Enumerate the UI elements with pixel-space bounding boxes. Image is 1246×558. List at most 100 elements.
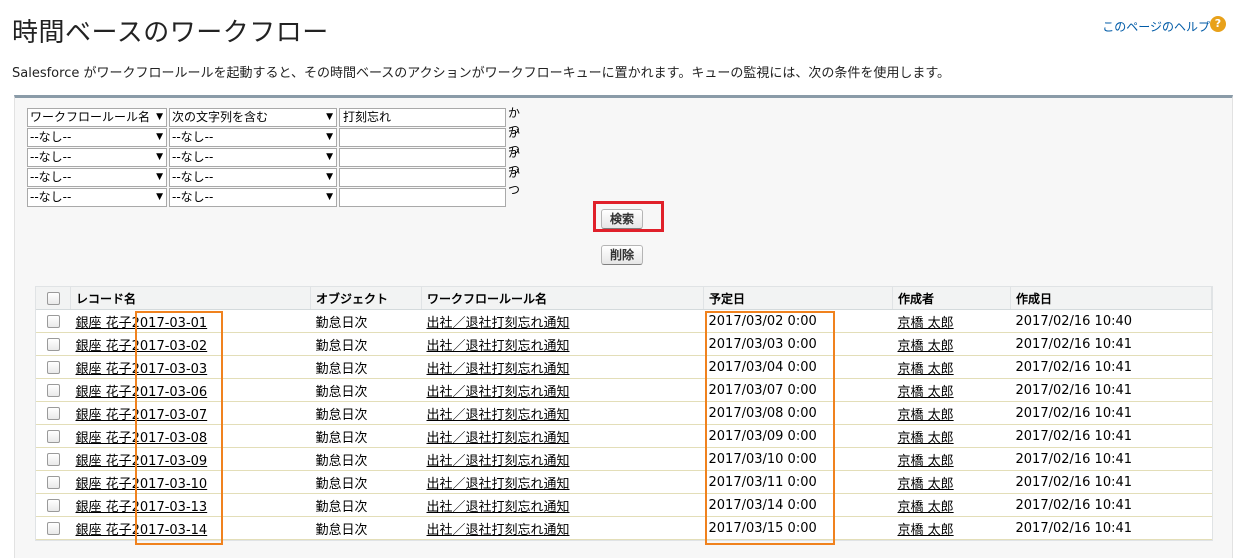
- created-date-cell: 2017/02/16 10:41: [1010, 401, 1212, 425]
- filter-field-value: --なし--: [30, 170, 72, 184]
- row-checkbox[interactable]: [46, 337, 60, 351]
- dropdown-arrow-icon: ▼: [326, 132, 333, 142]
- created-by-link[interactable]: 京橋 太郎: [898, 431, 954, 446]
- object-cell: 勤怠日次: [310, 447, 422, 471]
- object-cell: 勤怠日次: [310, 470, 422, 494]
- object-cell: 勤怠日次: [310, 493, 422, 517]
- filter-field-select[interactable]: --なし-- ▼: [27, 128, 167, 147]
- header-created-by[interactable]: 作成者: [892, 287, 1011, 310]
- select-all-checkbox[interactable]: [46, 292, 60, 305]
- filter-conjunction: かつ: [508, 166, 521, 197]
- filter-operator-select[interactable]: --なし-- ▼: [169, 168, 337, 187]
- created-by-link[interactable]: 京橋 太郎: [898, 362, 954, 377]
- filter-operator-select[interactable]: 次の文字列を含む ▼: [169, 108, 337, 127]
- rule-name-link[interactable]: 出社／退社打刻忘れ通知: [427, 500, 570, 515]
- help-link[interactable]: このページのヘルプ: [1102, 18, 1210, 35]
- object-cell: 勤怠日次: [310, 332, 422, 356]
- row-checkbox[interactable]: [46, 521, 60, 535]
- header-object[interactable]: オブジェクト: [310, 287, 422, 310]
- filter-operator-value: --なし--: [172, 150, 214, 164]
- dropdown-arrow-icon: ▼: [326, 172, 333, 182]
- dropdown-arrow-icon: ▼: [156, 112, 163, 122]
- row-checkbox[interactable]: [46, 406, 60, 420]
- created-by-link[interactable]: 京橋 太郎: [898, 500, 954, 515]
- created-by-link[interactable]: 京橋 太郎: [898, 454, 954, 469]
- rule-name-link[interactable]: 出社／退社打刻忘れ通知: [427, 316, 570, 331]
- page-title: 時間ベースのワークフロー: [12, 18, 329, 48]
- rule-name-link[interactable]: 出社／退社打刻忘れ通知: [427, 362, 570, 377]
- created-date-cell: 2017/02/16 10:41: [1010, 516, 1212, 540]
- filter-value-input[interactable]: [339, 168, 506, 187]
- object-cell: 勤怠日次: [310, 401, 422, 425]
- filter-value-input[interactable]: [339, 188, 506, 207]
- dropdown-arrow-icon: ▼: [326, 192, 333, 202]
- dropdown-arrow-icon: ▼: [156, 192, 163, 202]
- filter-field-value: --なし--: [30, 130, 72, 144]
- help-icon[interactable]: ?: [1210, 16, 1226, 32]
- header-rule-name[interactable]: ワークフロールール名: [421, 287, 704, 310]
- created-by-link[interactable]: 京橋 太郎: [898, 477, 954, 492]
- filter-operator-select[interactable]: --なし-- ▼: [169, 188, 337, 207]
- filter-operator-value: 次の文字列を含む: [172, 110, 269, 124]
- dropdown-arrow-icon: ▼: [156, 152, 163, 162]
- filter-operator-value: --なし--: [172, 170, 214, 184]
- row-checkbox[interactable]: [46, 475, 60, 489]
- created-date-cell: 2017/02/16 10:41: [1010, 332, 1212, 356]
- filter-field-select[interactable]: --なし-- ▼: [27, 148, 167, 167]
- filter-operator-value: --なし--: [172, 130, 214, 144]
- row-checkbox[interactable]: [46, 498, 60, 512]
- filter-field-select[interactable]: --なし-- ▼: [27, 188, 167, 207]
- filter-value-input[interactable]: [339, 128, 506, 147]
- object-cell: 勤怠日次: [310, 424, 422, 448]
- created-date-cell: 2017/02/16 10:41: [1010, 424, 1212, 448]
- row-checkbox[interactable]: [46, 314, 60, 328]
- scheduled-date-highlight: [705, 311, 835, 545]
- created-by-link[interactable]: 京橋 太郎: [898, 339, 954, 354]
- filter-operator-value: --なし--: [172, 190, 214, 204]
- row-checkbox[interactable]: [46, 383, 60, 397]
- header-created-date[interactable]: 作成日: [1010, 287, 1212, 310]
- row-checkbox[interactable]: [46, 452, 60, 466]
- created-date-cell: 2017/02/16 10:40: [1010, 309, 1212, 333]
- search-button-highlight: [593, 201, 664, 232]
- header-record-name[interactable]: レコード名: [70, 287, 311, 310]
- created-date-cell: 2017/02/16 10:41: [1010, 355, 1212, 379]
- object-cell: 勤怠日次: [310, 309, 422, 333]
- delete-button[interactable]: 削除: [601, 245, 643, 265]
- object-cell: 勤怠日次: [310, 516, 422, 540]
- filter-value-input[interactable]: 打刻忘れ: [339, 108, 506, 127]
- created-by-link[interactable]: 京橋 太郎: [898, 523, 954, 538]
- dropdown-arrow-icon: ▼: [326, 112, 333, 122]
- created-date-cell: 2017/02/16 10:41: [1010, 378, 1212, 402]
- record-name-date-highlight: [135, 311, 223, 545]
- object-cell: 勤怠日次: [310, 355, 422, 379]
- created-by-link[interactable]: 京橋 太郎: [898, 385, 954, 400]
- rule-name-link[interactable]: 出社／退社打刻忘れ通知: [427, 523, 570, 538]
- row-checkbox[interactable]: [46, 360, 60, 374]
- dropdown-arrow-icon: ▼: [326, 152, 333, 162]
- rule-name-link[interactable]: 出社／退社打刻忘れ通知: [427, 454, 570, 469]
- filter-panel: ワークフロールール名 ▼ 次の文字列を含む ▼ 打刻忘れ かつ --なし-- ▼ --なし-- ▼…: [14, 95, 1233, 558]
- dropdown-arrow-icon: ▼: [156, 132, 163, 142]
- rule-name-link[interactable]: 出社／退社打刻忘れ通知: [427, 385, 570, 400]
- filter-operator-select[interactable]: --なし-- ▼: [169, 128, 337, 147]
- rule-name-link[interactable]: 出社／退社打刻忘れ通知: [427, 339, 570, 354]
- rule-name-link[interactable]: 出社／退社打刻忘れ通知: [427, 477, 570, 492]
- rule-name-link[interactable]: 出社／退社打刻忘れ通知: [427, 431, 570, 446]
- filter-field-select[interactable]: ワークフロールール名 ▼: [27, 108, 167, 127]
- filter-field-value: --なし--: [30, 150, 72, 164]
- filter-field-value: ワークフロールール名: [30, 110, 151, 124]
- filter-field-select[interactable]: --なし-- ▼: [27, 168, 167, 187]
- filter-value-input[interactable]: [339, 148, 506, 167]
- row-checkbox[interactable]: [46, 429, 60, 443]
- created-date-cell: 2017/02/16 10:41: [1010, 493, 1212, 517]
- created-date-cell: 2017/02/16 10:41: [1010, 447, 1212, 471]
- created-by-link[interactable]: 京橋 太郎: [898, 316, 954, 331]
- rule-name-link[interactable]: 出社／退社打刻忘れ通知: [427, 408, 570, 423]
- page-description: Salesforce がワークフロールールを起動すると、その時間ベースのアクショ…: [12, 66, 951, 81]
- object-cell: 勤怠日次: [310, 378, 422, 402]
- table-header-row: レコード名 オブジェクト ワークフロールール名 予定日 作成者 作成日: [36, 287, 1212, 310]
- filter-operator-select[interactable]: --なし-- ▼: [169, 148, 337, 167]
- created-by-link[interactable]: 京橋 太郎: [898, 408, 954, 423]
- header-scheduled-date[interactable]: 予定日: [703, 287, 893, 310]
